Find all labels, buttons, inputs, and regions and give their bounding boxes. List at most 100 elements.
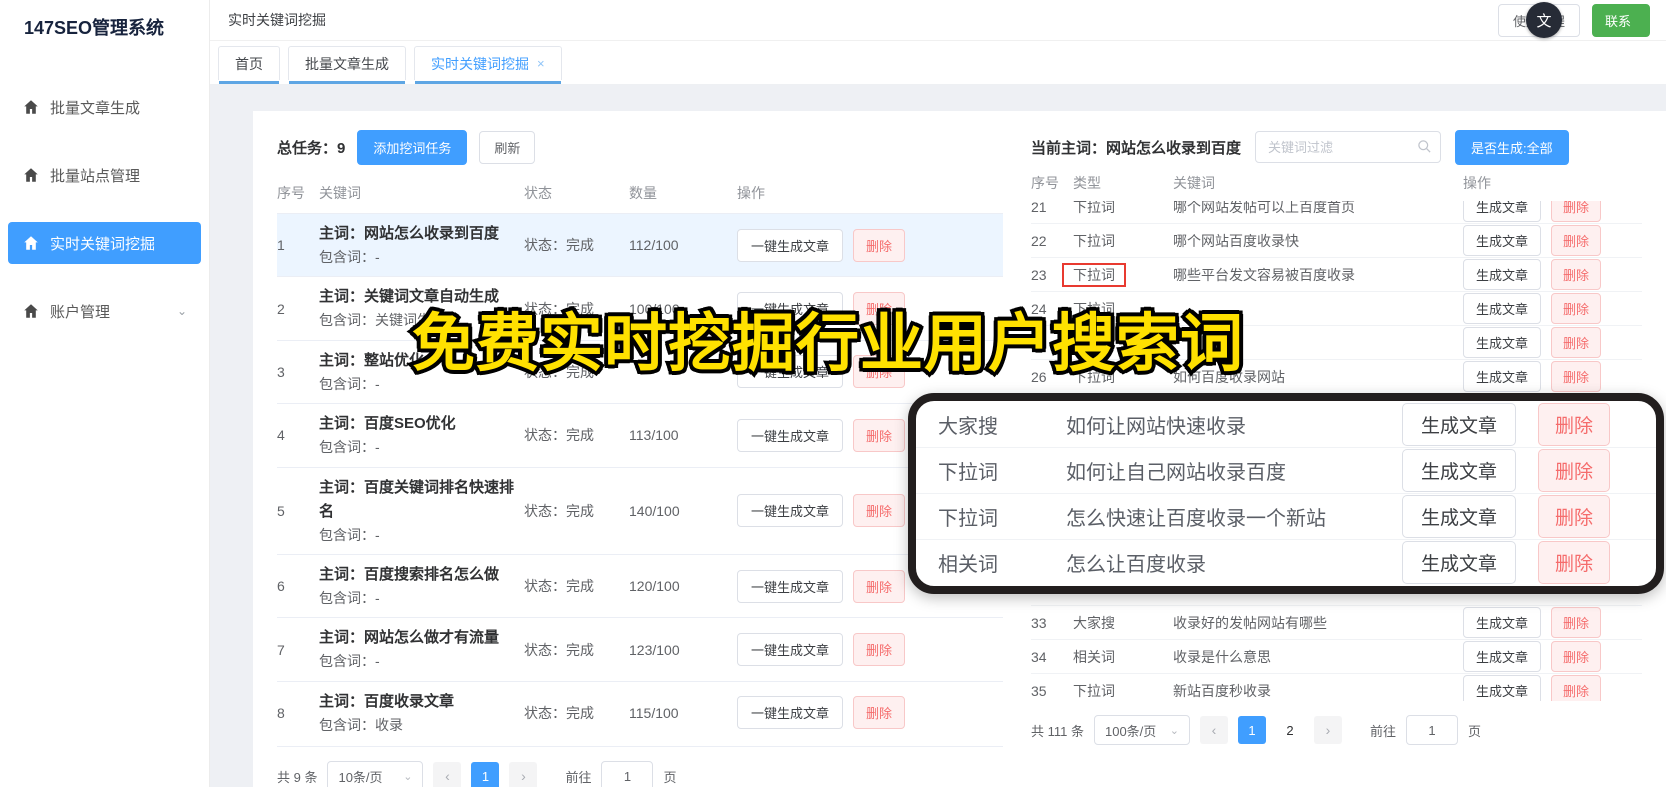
row-no: 6: [277, 578, 285, 595]
row-actions: 生成文章 删除: [1463, 361, 1642, 392]
magnified-row[interactable]: 下拉词 如何让自己网站收录百度 生成文章 删除: [916, 447, 1656, 493]
magnified-row[interactable]: 大家搜 如何让网站快速收录 生成文章 删除: [916, 401, 1656, 447]
task-panel: 总任务：9 添加挖词任务 刷新 序号 关键词 状态 数量 操作 1 主词：网站怎…: [277, 129, 1003, 787]
table-row[interactable]: 1 主词：网站怎么收录到百度 包含词：- 状态：完成 112/100 一键生成文…: [277, 213, 1003, 277]
table-row[interactable]: 21 下拉词 哪个网站发帖可以上百度首页 生成文章 删除: [1031, 201, 1642, 223]
prev-page-button[interactable]: ‹: [1199, 716, 1228, 744]
delete-button[interactable]: 删除: [1538, 449, 1611, 492]
table-row[interactable]: 33 大家搜 收录好的发帖网站有哪些 生成文章 删除: [1031, 605, 1642, 639]
sidebar: 147SEO管理系统 批量文章生成 批量站点管理 实时关键词挖掘 账户管理 ⌄: [0, 0, 210, 787]
delete-button[interactable]: 删除: [853, 696, 906, 730]
row-keyword: 哪些平台发文容易被百度收录: [1173, 266, 1355, 283]
row-status: 状态：完成: [524, 237, 594, 254]
row-actions: 生成文章 删除: [1463, 201, 1642, 222]
row-type: 下拉词: [1062, 262, 1173, 287]
table-row[interactable]: 5 主词：百度关键词排名快速排名 包含词：- 状态：完成 140/100 一键生…: [277, 466, 1003, 554]
generate-article-button[interactable]: 一键生成文章: [737, 696, 844, 730]
generate-article-button[interactable]: 生成文章: [1402, 449, 1517, 492]
generate-article-button[interactable]: 生成文章: [1463, 675, 1542, 701]
table-row[interactable]: 4 主词：百度SEO优化 包含词：- 状态：完成 113/100 一键生成文章 …: [277, 403, 1003, 466]
translate-widget-icon[interactable]: 文: [1526, 2, 1562, 38]
home-icon: [22, 234, 40, 252]
goto-page-input[interactable]: [1406, 715, 1458, 745]
row-actions: 一键生成文章 删除: [737, 228, 1003, 262]
prev-page-button[interactable]: ‹: [433, 762, 462, 787]
sidebar-item-keyword-mining[interactable]: 实时关键词挖掘: [8, 222, 201, 264]
delete-button[interactable]: 删除: [1551, 361, 1602, 392]
row-keyword: 怎么快速让百度收录一个新站: [1066, 508, 1326, 530]
chevron-down-icon: ⌄: [176, 304, 187, 318]
delete-button[interactable]: 删除: [1551, 259, 1602, 290]
sidebar-item-batch-article[interactable]: 批量文章生成: [8, 86, 201, 128]
delete-button[interactable]: 删除: [1551, 201, 1602, 222]
delete-button[interactable]: 删除: [853, 418, 906, 452]
sidebar-item-batch-site[interactable]: 批量站点管理: [8, 154, 201, 196]
generate-article-button[interactable]: 生成文章: [1463, 327, 1542, 358]
breadcrumb: 实时关键词挖掘: [228, 12, 326, 28]
page-1-button[interactable]: 1: [471, 762, 500, 787]
generate-all-button[interactable]: 是否生成:全部: [1455, 129, 1569, 165]
generate-article-button[interactable]: 生成文章: [1463, 607, 1542, 638]
table-row[interactable]: 34 相关词 收录是什么意思 生成文章 删除: [1031, 639, 1642, 673]
generate-article-button[interactable]: 一键生成文章: [737, 569, 844, 603]
delete-button[interactable]: 删除: [1551, 607, 1602, 638]
generate-article-button[interactable]: 生成文章: [1463, 641, 1542, 672]
delete-button[interactable]: 删除: [1551, 675, 1602, 701]
refresh-button[interactable]: 刷新: [479, 130, 536, 164]
row-include-word: 包含词：-: [319, 589, 380, 606]
keyword-filter-input[interactable]: [1255, 131, 1442, 163]
table-row[interactable]: 7 主词：网站怎么做才有流量 包含词：- 状态：完成 123/100 一键生成文…: [277, 617, 1003, 680]
table-row[interactable]: 35 下拉词 新站百度秒收录 生成文章 删除: [1031, 673, 1642, 701]
delete-button[interactable]: 删除: [1551, 225, 1602, 256]
generate-article-button[interactable]: 生成文章: [1402, 541, 1517, 584]
generate-article-button[interactable]: 生成文章: [1463, 293, 1542, 324]
generate-article-button[interactable]: 一键生成文章: [737, 418, 844, 452]
page-size-select[interactable]: 100条/页 ⌄: [1093, 715, 1190, 745]
table-row[interactable]: 23 下拉词 哪些平台发文容易被百度收录 生成文章 删除: [1031, 257, 1642, 291]
generate-article-button[interactable]: 生成文章: [1463, 361, 1542, 392]
delete-button[interactable]: 删除: [1538, 541, 1611, 584]
table-row[interactable]: 6 主词：百度搜索排名怎么做 包含词：- 状态：完成 120/100 一键生成文…: [277, 553, 1003, 617]
delete-button[interactable]: 删除: [853, 494, 906, 528]
tab-home[interactable]: 首页: [218, 46, 280, 84]
magnified-row[interactable]: 下拉词 怎么快速让百度收录一个新站 生成文章 删除: [916, 493, 1656, 539]
generate-article-button[interactable]: 生成文章: [1463, 259, 1542, 290]
generate-article-button[interactable]: 一键生成文章: [737, 633, 844, 667]
col-keyword: 关键词: [1173, 175, 1215, 191]
delete-button[interactable]: 删除: [1551, 293, 1602, 324]
delete-button[interactable]: 删除: [1551, 641, 1602, 672]
delete-button[interactable]: 删除: [853, 569, 906, 603]
add-task-button[interactable]: 添加挖词任务: [357, 129, 468, 165]
sidebar-item-account[interactable]: 账户管理 ⌄: [8, 290, 201, 332]
generate-article-button[interactable]: 生成文章: [1402, 495, 1517, 538]
generate-article-button[interactable]: 生成文章: [1463, 225, 1542, 256]
row-actions: 生成文章 删除: [1463, 641, 1642, 672]
generate-article-button[interactable]: 生成文章: [1463, 201, 1542, 222]
page-1-button[interactable]: 1: [1237, 716, 1266, 744]
generate-article-button[interactable]: 一键生成文章: [737, 228, 844, 262]
table-row[interactable]: 22 下拉词 哪个网站百度收录快 生成文章 删除: [1031, 223, 1642, 257]
contact-button[interactable]: 联系: [1591, 3, 1650, 37]
delete-button[interactable]: 删除: [1538, 402, 1611, 446]
table-row[interactable]: 8 主词：百度收录文章 包含词：收录 状态：完成 115/100 一键生成文章 …: [277, 680, 1003, 744]
delete-button[interactable]: 删除: [853, 228, 906, 262]
generate-article-button[interactable]: 生成文章: [1402, 402, 1517, 446]
delete-button[interactable]: 删除: [1538, 495, 1611, 538]
row-no: 1: [277, 237, 285, 254]
col-ops: 操作: [737, 185, 765, 201]
next-page-button[interactable]: ›: [1313, 716, 1342, 744]
delete-button[interactable]: 删除: [1551, 327, 1602, 358]
row-actions: 一键生成文章 删除: [737, 696, 1003, 730]
page-size-select[interactable]: 10条/页 ⌄: [327, 761, 424, 787]
next-page-button[interactable]: ›: [509, 762, 538, 787]
magnified-row[interactable]: 相关词 怎么让百度收录 生成文章 删除: [916, 539, 1656, 585]
tab-keyword-mining[interactable]: 实时关键词挖掘 ×: [414, 46, 562, 84]
page-2-button[interactable]: 2: [1276, 716, 1304, 744]
row-keyword: 新站百度秒收录: [1173, 682, 1271, 699]
app-window: 147SEO管理系统 批量文章生成 批量站点管理 实时关键词挖掘 账户管理 ⌄: [0, 0, 1666, 787]
close-icon[interactable]: ×: [537, 56, 545, 71]
tab-batch-article[interactable]: 批量文章生成: [288, 46, 406, 84]
generate-article-button[interactable]: 一键生成文章: [737, 494, 844, 528]
delete-button[interactable]: 删除: [853, 633, 906, 667]
goto-page-input[interactable]: [601, 761, 654, 787]
